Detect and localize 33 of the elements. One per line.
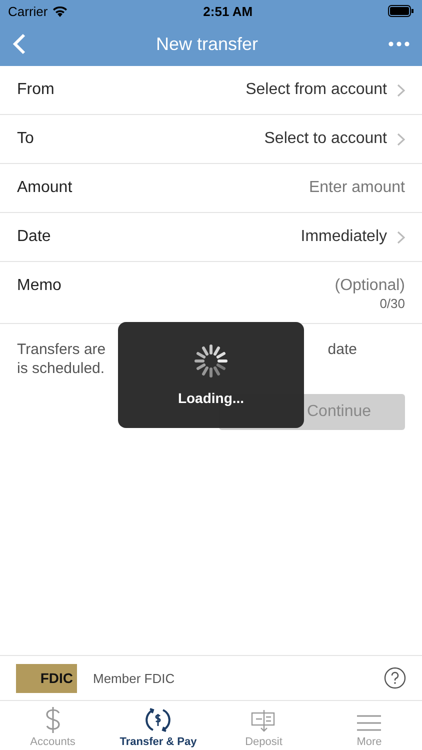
info-text: date [328,340,357,359]
chevron-icon [397,84,405,96]
field-label: Amount [17,179,74,197]
chevron-icon [397,230,405,244]
nav-title: New transfer [154,34,260,54]
help-button[interactable] [384,667,406,689]
tab-item[interactable]: Transfer & Pay [106,701,211,750]
field-label: Memo [17,277,62,295]
input-field[interactable]: Enter amount [308,179,405,197]
field-label: To [17,130,35,148]
battery-icon [388,5,414,17]
back-button[interactable] [12,33,26,55]
account-selector[interactable]: Immediately [300,228,387,246]
tab-item[interactable]: Accounts [0,701,106,750]
status-time: 2:51 AM [202,4,254,18]
chevron-icon [397,132,405,146]
more-options-button[interactable] [388,41,410,47]
info-text: Transfers are [17,340,106,359]
carrier-label: Carrier [8,4,48,18]
account-selector[interactable]: Select from account [246,81,387,99]
fdic-logo: FDIC [16,664,77,692]
character-counter: 0/30 [380,296,405,311]
input-field[interactable]: (Optional) [334,277,405,295]
field-label: Date [17,228,52,246]
field-label: From [17,81,56,99]
spinner-icon [194,344,228,378]
member-text: Member FDIC [93,670,176,686]
tab-item[interactable]: More [316,701,422,750]
account-selector[interactable]: Select to account [264,130,387,148]
info-text: is scheduled. [17,359,105,378]
transfer-icon [144,706,172,734]
tab-item[interactable]: Deposit [211,701,316,750]
wifi-icon [52,5,68,17]
